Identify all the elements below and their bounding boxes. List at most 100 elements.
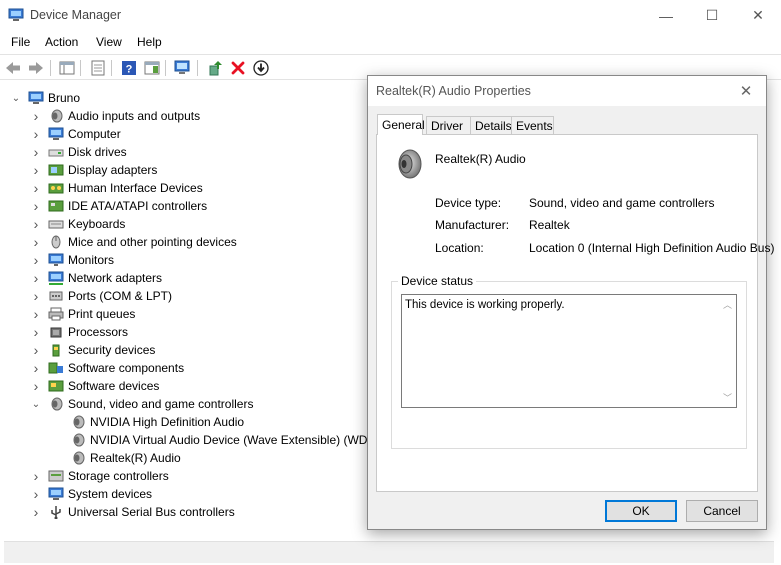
disable-device-button[interactable] [252,59,270,77]
tree-item-network-adapters[interactable]: › Network adapters [31,269,162,287]
chevron-right-icon[interactable]: › [31,126,41,142]
tab-general[interactable]: General [377,114,425,135]
chevron-down-icon[interactable]: ⌄ [11,93,21,104]
tree-item-ide-ata-atapi-controllers[interactable]: › IDE ATA/ATAPI controllers [31,197,208,215]
device-status-label: Device status [398,274,477,288]
menu-file[interactable]: File [11,35,30,49]
dialog-close-button[interactable]: ✕ [732,80,760,102]
tree-item-display-adapters[interactable]: › Display adapters [31,161,158,179]
chevron-down-icon[interactable]: ⌄ [31,399,41,410]
chevron-right-icon[interactable]: › [31,486,41,502]
maximize-button[interactable]: ☐ [689,0,735,31]
tree-item-security-devices[interactable]: › Security devices [31,341,156,359]
tree-item-human-interface-devices[interactable]: › Human Interface Devices [31,179,203,197]
storage-controller-icon [48,470,64,482]
properties-dialog: Realtek(R) Audio Properties ✕ General Dr… [367,75,774,530]
tree-item-universal-serial-bus-controllers[interactable]: › Universal Serial Bus controllers [31,503,235,521]
chevron-right-icon[interactable]: › [31,504,41,520]
tree-item-software-components[interactable]: › Software components [31,359,184,377]
monitor-icon [48,253,64,266]
chevron-right-icon[interactable]: › [31,162,41,178]
chevron-right-icon[interactable]: › [31,306,41,322]
show-hide-console-tree-button[interactable] [58,59,76,77]
tab-events[interactable]: Events [511,116,554,134]
ok-button[interactable]: OK [605,500,677,522]
toolbar-separator [165,60,166,76]
console-tree-icon [59,61,75,75]
back-arrow-icon [6,62,20,74]
tree-root[interactable]: ⌄ Bruno [11,89,80,107]
minimize-button[interactable]: — [643,0,689,31]
tree-item-label: Processors [68,325,129,339]
security-device-icon [52,344,60,357]
properties-sheet-icon [91,60,105,76]
chevron-right-icon[interactable]: › [31,252,41,268]
tree-item-storage-controllers[interactable]: › Storage controllers [31,467,169,485]
chevron-right-icon[interactable]: › [31,108,41,124]
manufacturer-value: Realtek [529,218,570,232]
chevron-right-icon[interactable]: › [31,360,41,376]
chevron-right-icon[interactable]: › [31,288,41,304]
menu-action[interactable]: Action [45,35,78,49]
tree-item-system-devices[interactable]: › System devices [31,485,152,503]
tree-item-mice-and-other-pointing-devices[interactable]: › Mice and other pointing devices [31,233,237,251]
toolbar-separator [80,60,81,76]
chevron-right-icon[interactable]: › [31,324,41,340]
update-driver-button[interactable] [206,59,224,77]
properties-button[interactable] [89,59,107,77]
chevron-right-icon[interactable]: › [31,198,41,214]
menu-help[interactable]: Help [137,35,162,49]
tree-child-nvidia-high-definition-audio[interactable]: NVIDIA High Definition Audio [70,413,244,431]
chevron-right-icon[interactable]: › [31,180,41,196]
general-tab-panel: Realtek(R) Audio Device type: Sound, vid… [376,134,774,492]
chevron-right-icon[interactable]: › [31,270,41,286]
menu-view[interactable]: View [96,35,122,49]
chevron-right-icon[interactable]: › [31,378,41,394]
chevron-right-icon[interactable]: › [31,234,41,250]
tree-item-label: Monitors [68,253,115,267]
help-button[interactable]: ? [120,59,138,77]
scroll-down-icon[interactable]: ﹀ [723,391,732,404]
tree-item-keyboards[interactable]: › Keyboards [31,215,126,233]
tree-item-computer[interactable]: › Computer [31,125,121,143]
tree-item-monitors[interactable]: › Monitors [31,251,114,269]
tree-child-realtek-r-audio[interactable]: Realtek(R) Audio [70,449,181,467]
tree-item-processors[interactable]: › Processors [31,323,128,341]
status-vertical-scrollbar[interactable]: ︿ ﹀ [719,295,736,407]
cancel-button[interactable]: Cancel [686,500,758,522]
manufacturer-label: Manufacturer: [435,218,510,232]
speaker-icon [51,397,63,411]
scroll-up-icon[interactable]: ︿ [723,298,732,311]
tree-item-audio-inputs-and-outputs[interactable]: › Audio inputs and outputs [31,107,200,125]
horizontal-scrollbar[interactable] [4,541,774,563]
chevron-right-icon[interactable]: › [31,468,41,484]
device-status-textbox[interactable]: This device is working properly. ︿ ﹀ [401,294,737,408]
tab-driver[interactable]: Driver [426,116,471,134]
chevron-right-icon[interactable]: › [31,144,41,160]
menu-bar: File Action View Help [0,31,781,53]
back-button[interactable] [4,59,22,77]
close-button[interactable]: ✕ [735,0,781,31]
uninstall-device-button[interactable] [229,59,247,77]
device-manager-window: Device Manager — ☐ ✕ File Action View He… [0,0,781,565]
tree-child-nvidia-virtual-audio-device-wave-extensible-wdm[interactable]: NVIDIA Virtual Audio Device (Wave Extens… [70,431,370,449]
tree-item-label: Network adapters [68,271,163,285]
forward-button[interactable] [27,59,45,77]
device-status-text: This device is working properly. [405,299,565,311]
tree-item-software-devices[interactable]: › Software devices [31,377,160,395]
disk-drive-icon [48,149,64,157]
tree-item-disk-drives[interactable]: › Disk drives [31,143,127,161]
chevron-right-icon[interactable]: › [31,216,41,232]
system-device-icon [48,487,64,500]
scan-hardware-button[interactable] [174,59,192,77]
chevron-right-icon[interactable]: › [31,342,41,358]
action-pane-button[interactable] [143,59,161,77]
tree-item-label: Disk drives [68,145,127,159]
tree-item-print-queues[interactable]: › Print queues [31,305,136,323]
tab-details[interactable]: Details [470,116,512,134]
dialog-title-bar[interactable]: Realtek(R) Audio Properties ✕ [368,76,766,106]
title-bar[interactable]: Device Manager — ☐ ✕ [0,0,781,31]
download-circle-icon [253,60,269,76]
tree-item-sound-video-and-game-controllers[interactable]: ⌄ Sound, video and game controllers [31,395,254,413]
tree-item-ports-com-lpt[interactable]: › Ports (COM & LPT) [31,287,172,305]
